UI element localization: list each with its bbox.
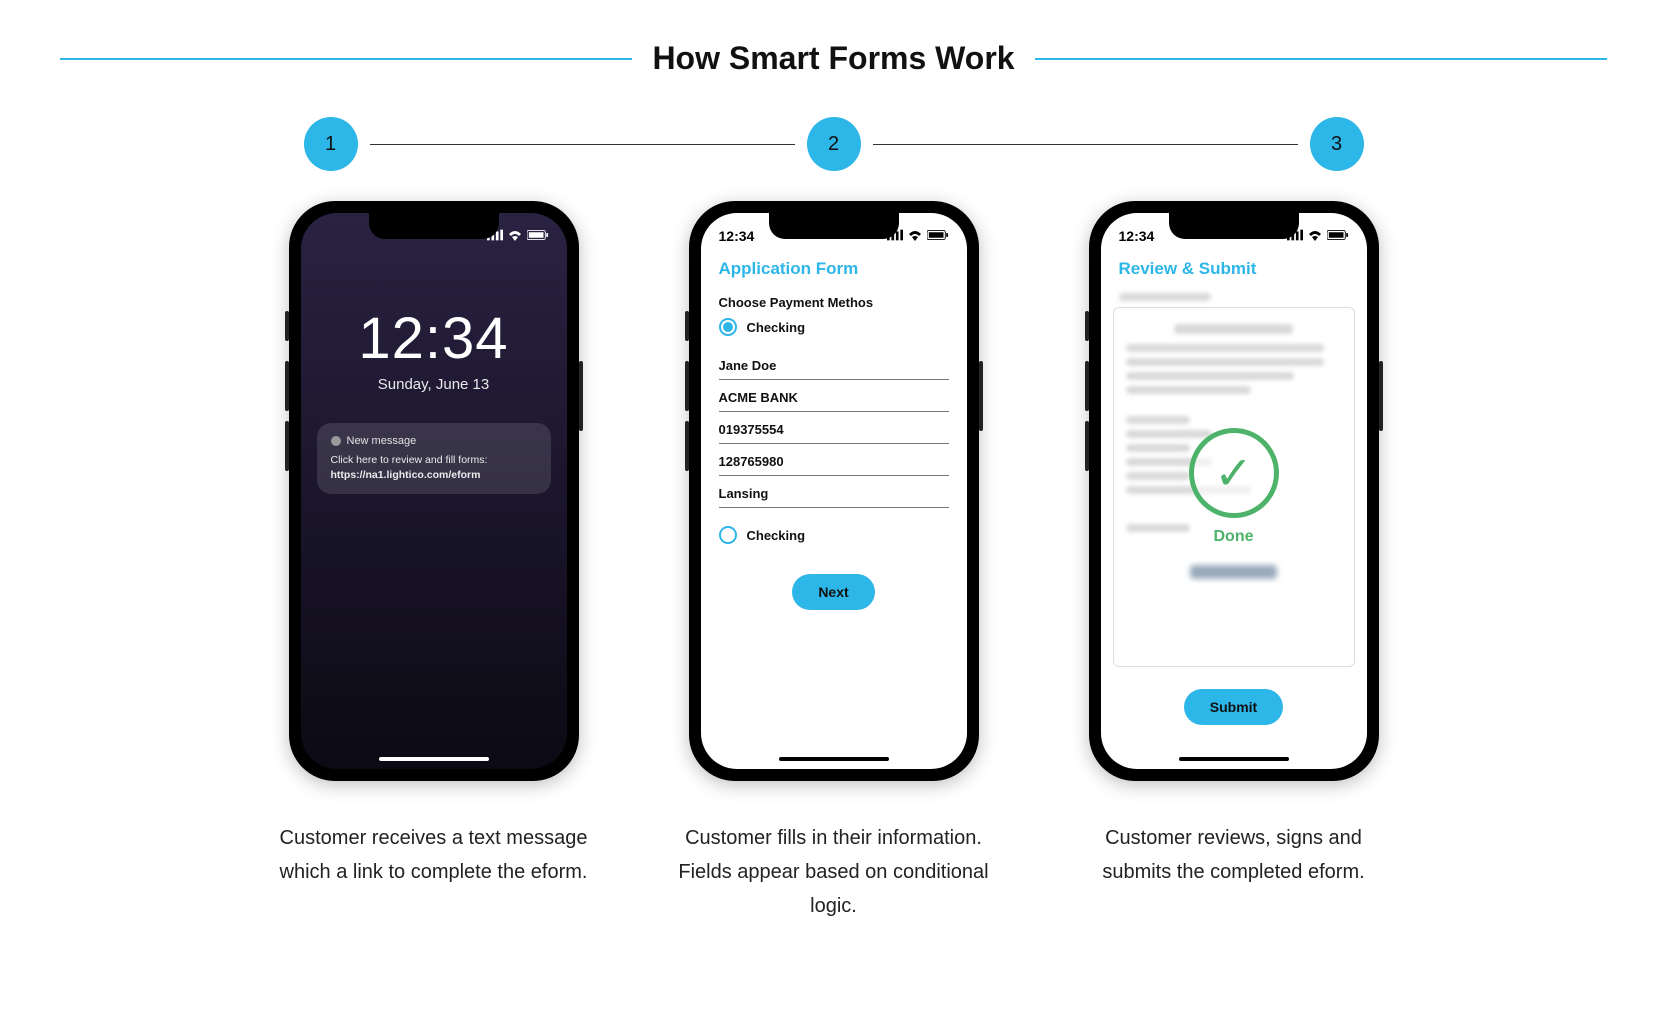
lock-time: 12:34 [301,305,567,372]
lock-date: Sunday, June 13 [301,376,567,393]
side-button [685,361,689,411]
blur-line [1126,458,1212,466]
caption-3: Customer reviews, signs and submits the … [1074,821,1394,923]
blur-line [1126,372,1294,380]
phone-frame-3: 12:34 Review & Submit [1089,201,1379,781]
battery-icon [927,228,949,244]
phones-row: 12:34 Sunday, June 13 New message Click … [60,201,1607,781]
account-field[interactable] [719,444,949,476]
caption-2: Customer fills in their information. Fie… [674,821,994,923]
wifi-icon [507,228,523,244]
radio-label: Checking [747,320,806,335]
notification-card[interactable]: New message Click here to review and fil… [317,423,551,494]
side-button [579,361,583,431]
steps-row: 1 2 3 [304,117,1364,171]
notification-body: Click here to review and fill forms: htt… [331,453,537,482]
title-line-right [1035,58,1607,60]
title-row: How Smart Forms Work [60,40,1607,77]
side-button [685,311,689,341]
blur-line [1126,344,1325,352]
title-line-left [60,58,632,60]
blur-line [1126,416,1191,424]
home-indicator [379,757,489,761]
blur-line [1126,524,1191,532]
routing-field[interactable] [719,412,949,444]
side-button [285,421,289,471]
submit-button-wrap: Submit [1101,689,1367,725]
next-button[interactable]: Next [792,574,874,610]
notification-app-icon [331,436,341,446]
form-body: Choose Payment Methos Checking Checking [701,295,967,610]
step-connector-2 [873,144,1298,145]
phone-frame-2: 12:34 Application Form Choose Payment Me… [689,201,979,781]
lock-screen: 12:34 Sunday, June 13 New message Click … [301,213,567,769]
notification-text: Click here to review and fill forms: [331,453,537,468]
phone-col-2: 12:34 Application Form Choose Payment Me… [674,201,994,781]
radio-icon [719,318,737,336]
radio-checking-1[interactable]: Checking [719,318,949,336]
blur-line [1126,472,1191,480]
blur-line [1126,358,1325,366]
side-button [685,421,689,471]
notification-header: New message [331,435,537,447]
lock-time-block: 12:34 Sunday, June 13 [301,305,567,393]
side-button [1085,421,1089,471]
notification-title: New message [347,435,417,447]
phone-frame-1: 12:34 Sunday, June 13 New message Click … [289,201,579,781]
blur-line [1126,444,1191,452]
home-indicator [779,757,889,761]
side-button [1085,361,1089,411]
blur-line [1126,430,1212,438]
city-field[interactable] [719,476,949,508]
status-time: 12:34 [1119,228,1155,244]
notification-link: https://na1.lightico.com/eform [331,468,537,483]
blur-heading [1119,293,1211,301]
side-button [285,361,289,411]
blur-line [1174,324,1293,334]
phone-notch [369,213,499,239]
status-time: 12:34 [719,228,755,244]
phone-col-1: 12:34 Sunday, June 13 New message Click … [274,201,594,781]
caption-1: Customer receives a text message which a… [274,821,594,923]
form-screen: 12:34 Application Form Choose Payment Me… [701,213,967,769]
battery-icon [1327,228,1349,244]
radio-label: Checking [747,528,806,543]
phone-notch [1169,213,1299,239]
side-button [1379,361,1383,431]
radio-icon [719,526,737,544]
battery-icon [527,228,549,244]
next-button-wrap: Next [719,574,949,610]
step-connector-1 [370,144,795,145]
phone-notch [769,213,899,239]
step-circle-1: 1 [304,117,358,171]
wifi-icon [907,228,923,244]
wifi-icon [1307,228,1323,244]
review-screen: 12:34 Review & Submit [1101,213,1367,769]
review-document: ✓ Done [1113,307,1355,667]
form-title: Application Form [701,245,967,287]
blur-line [1126,386,1251,394]
page-title: How Smart Forms Work [652,40,1014,77]
submit-button[interactable]: Submit [1184,689,1283,725]
side-button [285,311,289,341]
captions-row: Customer receives a text message which a… [60,821,1607,923]
signature-blur [1190,565,1276,579]
side-button [979,361,983,431]
radio-checking-2[interactable]: Checking [719,526,949,544]
review-title: Review & Submit [1101,245,1367,287]
home-indicator [1179,757,1289,761]
payment-method-label: Choose Payment Methos [719,295,949,310]
phone-col-3: 12:34 Review & Submit [1074,201,1394,781]
step-circle-2: 2 [807,117,861,171]
step-circle-3: 3 [1310,117,1364,171]
bank-field[interactable] [719,380,949,412]
name-field[interactable] [719,348,949,380]
blur-line [1126,486,1251,494]
side-button [1085,311,1089,341]
